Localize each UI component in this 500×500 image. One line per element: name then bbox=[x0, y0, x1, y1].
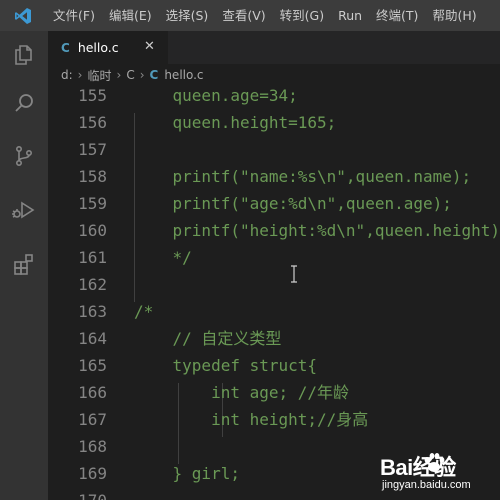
code-line: 163 /* bbox=[48, 298, 500, 325]
code-text: /* bbox=[134, 302, 154, 321]
code-line: 164 // 自定义类型 bbox=[48, 325, 500, 352]
code-text: queen.age=34; bbox=[134, 86, 298, 105]
extensions-icon[interactable] bbox=[0, 240, 48, 288]
code-text: } girl; bbox=[134, 464, 240, 483]
text-cursor-icon bbox=[289, 265, 299, 283]
code-line: 166 int age; //年龄 bbox=[48, 379, 500, 406]
line-number: 163 bbox=[78, 302, 107, 321]
search-icon[interactable] bbox=[0, 79, 48, 127]
line-number: 158 bbox=[78, 167, 107, 186]
breadcrumb-drive[interactable]: d: bbox=[61, 68, 73, 82]
breadcrumb: d: › 临时 › C › C hello.c bbox=[48, 64, 500, 86]
code-line: 155 queen.age=34; bbox=[48, 86, 500, 109]
vscode-logo-icon bbox=[0, 0, 46, 31]
menu-selection[interactable]: 选择(S) bbox=[159, 0, 216, 31]
menu-help[interactable]: 帮助(H) bbox=[425, 0, 483, 31]
explorer-icon[interactable] bbox=[0, 31, 48, 79]
line-number: 167 bbox=[78, 410, 107, 429]
code-text: int age; //年龄 bbox=[134, 383, 350, 402]
tab-hello-c[interactable]: C hello.c ✕ bbox=[48, 31, 168, 64]
code-line: 165 typedef struct{ bbox=[48, 352, 500, 379]
code-line: 162 bbox=[48, 271, 500, 298]
chevron-right-icon: › bbox=[77, 68, 83, 82]
code-line: 160 printf("height:%d\n",queen.height); bbox=[48, 217, 500, 244]
tab-label: hello.c bbox=[77, 40, 119, 55]
title-bar: 文件(F) 编辑(E) 选择(S) 查看(V) 转到(G) Run 终端(T) … bbox=[0, 0, 500, 31]
chevron-right-icon: › bbox=[139, 68, 145, 82]
code-line: 167 int height;//身高 bbox=[48, 406, 500, 433]
source-control-icon[interactable] bbox=[0, 132, 48, 180]
line-number: 170 bbox=[48, 487, 107, 500]
chevron-right-icon: › bbox=[116, 68, 122, 82]
run-debug-icon[interactable] bbox=[0, 186, 48, 234]
code-text: printf("height:%d\n",queen.height); bbox=[134, 221, 500, 240]
line-number: 166 bbox=[78, 383, 107, 402]
menu-run[interactable]: Run bbox=[331, 0, 369, 31]
code-text: printf("age:%d\n",queen.age); bbox=[134, 194, 452, 213]
watermark-url: jingyan.baidu.com bbox=[382, 479, 471, 491]
line-number: 169 bbox=[78, 464, 107, 483]
baidu-jingyan-watermark: Bai经验 jingyan.baidu.com bbox=[380, 450, 498, 496]
breadcrumb-folder-temp[interactable]: 临时 bbox=[87, 67, 111, 84]
line-number: 168 bbox=[78, 437, 107, 456]
paw-icon bbox=[424, 453, 445, 472]
breadcrumb-folder-c[interactable]: C bbox=[126, 68, 134, 82]
code-line: 161 */ bbox=[48, 244, 500, 271]
code-text: typedef struct{ bbox=[134, 356, 318, 375]
code-text: // 自定义类型 bbox=[134, 329, 282, 348]
code-text: */ bbox=[134, 248, 192, 267]
editor-tabs: C hello.c ✕ bbox=[48, 31, 500, 64]
activity-bar bbox=[0, 31, 48, 500]
line-number: 159 bbox=[78, 194, 107, 213]
menu-edit[interactable]: 编辑(E) bbox=[102, 0, 159, 31]
line-number: 162 bbox=[78, 275, 107, 294]
line-number: 160 bbox=[78, 221, 107, 240]
code-line: 159 printf("age:%d\n",queen.age); bbox=[48, 190, 500, 217]
c-language-icon: C bbox=[149, 68, 159, 82]
menu-view[interactable]: 查看(V) bbox=[215, 0, 272, 31]
code-line: 156 queen.height=165; bbox=[48, 109, 500, 136]
code-line: 157 bbox=[48, 136, 500, 163]
line-number: 164 bbox=[78, 329, 107, 348]
line-number: 156 bbox=[78, 113, 107, 132]
line-number: 161 bbox=[78, 248, 107, 267]
code-text: printf("name:%s\n",queen.name); bbox=[134, 167, 472, 186]
menu-file[interactable]: 文件(F) bbox=[46, 0, 102, 31]
code-text: int height;//身高 bbox=[134, 410, 369, 429]
line-number: 165 bbox=[78, 356, 107, 375]
close-icon[interactable]: ✕ bbox=[144, 39, 155, 54]
menu-bar: 文件(F) 编辑(E) 选择(S) 查看(V) 转到(G) Run 终端(T) … bbox=[46, 0, 484, 31]
line-number: 155 bbox=[78, 86, 107, 105]
menu-terminal[interactable]: 终端(T) bbox=[369, 0, 425, 31]
line-number: 157 bbox=[78, 140, 107, 159]
c-language-icon: C bbox=[61, 40, 70, 55]
code-line: 158 printf("name:%s\n",queen.name); bbox=[48, 163, 500, 190]
code-editor[interactable]: 155 queen.age=34; 156 queen.height=165; … bbox=[48, 86, 500, 500]
menu-go[interactable]: 转到(G) bbox=[273, 0, 331, 31]
breadcrumb-file[interactable]: hello.c bbox=[164, 68, 203, 82]
code-text: queen.height=165; bbox=[134, 113, 337, 132]
